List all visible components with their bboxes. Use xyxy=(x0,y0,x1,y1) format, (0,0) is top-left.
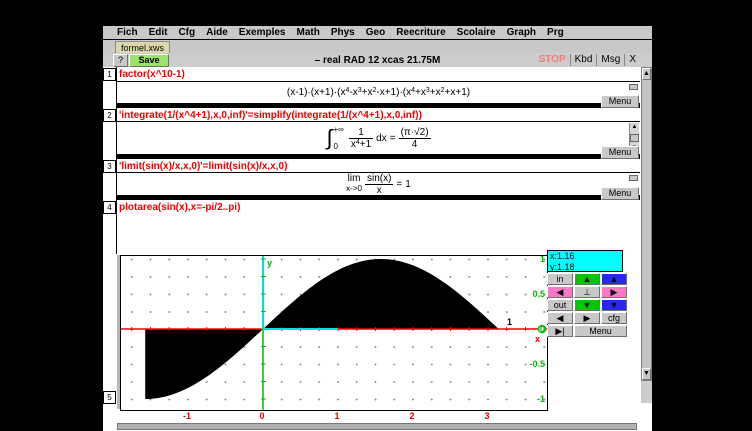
svg-text:0: 0 xyxy=(540,324,545,334)
menu-item-math[interactable]: Math xyxy=(297,27,320,38)
xcas-window: Fich Edit Cfg Aide Exemples Math Phys Geo Reecri… xyxy=(103,26,652,403)
menu-item-edit[interactable]: Edit xyxy=(149,27,168,38)
x-tick-label: -1 xyxy=(180,411,194,421)
menu-item-fich[interactable]: Fich xyxy=(117,27,138,38)
x-tick-label: 1 xyxy=(330,411,344,421)
scroll-up-icon[interactable]: ▲ xyxy=(630,123,639,132)
x-tick-label: 2 xyxy=(405,411,419,421)
plot-horizontal-scrollbar[interactable] xyxy=(117,423,637,430)
menu-item-prg[interactable]: Prg xyxy=(547,27,564,38)
svg-text:x: x xyxy=(535,334,540,344)
command-input-4[interactable]: plotarea(sin(x),x=-pi/2..pi) xyxy=(119,202,240,213)
entry-number-3[interactable]: 3 xyxy=(103,160,116,173)
status-bar: ? Save – real RAD 12 xcas 21.75M STOP Kb… xyxy=(103,53,652,68)
msg-button[interactable]: Msg xyxy=(596,54,624,66)
menu-bar: Fich Edit Cfg Aide Exemples Math Phys Geo Reecri… xyxy=(103,26,652,40)
svg-text:y: y xyxy=(267,258,272,268)
output-box-2[interactable]: ∫+∞0 1x4+1 dx = (π·√2)4 ▲ ▼ xyxy=(117,121,640,156)
plot-menu-button[interactable]: Menu xyxy=(574,325,627,337)
output-2-menu-button[interactable]: Menu xyxy=(601,146,639,159)
cursor-y-value: y:1.18 xyxy=(550,262,622,273)
step-right-button[interactable]: ▶ xyxy=(574,312,600,324)
pan-up-blue-button[interactable]: ▲ xyxy=(601,273,627,285)
stop-button[interactable]: STOP xyxy=(535,54,570,66)
session-scrollbar[interactable]: ▲ ▼ xyxy=(641,67,652,381)
integral-sign: ∫ xyxy=(326,127,332,149)
output-3-menu-button[interactable]: Menu xyxy=(601,187,639,200)
cfg-button[interactable]: cfg xyxy=(601,312,627,324)
step-left-button[interactable]: ◀ xyxy=(547,312,573,324)
scrollbar-gutter xyxy=(641,381,652,403)
cursor-coordinates-box: x:1.16 y:1.18 xyxy=(547,250,623,272)
menu-item-reecriture[interactable]: Reecriture xyxy=(396,27,445,38)
output-expression-1: (x-1)·(x+1)·(x4-x3+x2-x+1)·(x4+x3+x2+x+1… xyxy=(287,87,470,98)
output-expression-3: limx->0 sin(x)x = 1 xyxy=(346,173,411,196)
output-box-3[interactable]: limx->0 sin(x)x = 1 xyxy=(117,172,640,197)
entry-number-2[interactable]: 2 xyxy=(103,109,116,122)
entry-number-5[interactable]: 5 xyxy=(103,391,116,404)
svg-text:-1: -1 xyxy=(537,394,545,404)
scroll-down-icon[interactable]: ▼ xyxy=(642,368,651,380)
x-tick-label: 3 xyxy=(480,411,494,421)
svg-text:-0.5: -0.5 xyxy=(529,359,545,369)
output-1-menu-button[interactable]: Menu xyxy=(601,95,639,108)
tab-bar: formel.xws xyxy=(103,41,652,53)
output-1-scroll-handle[interactable] xyxy=(629,84,638,90)
scroll-up-icon[interactable]: ▲ xyxy=(642,68,651,80)
pan-up-green-button[interactable]: ▲ xyxy=(574,273,600,285)
entry-separator xyxy=(116,105,640,108)
plot-widget: yx110.50-0.5-1 -10123 x:1.16 y:1.18 in▲▲… xyxy=(103,254,652,431)
menu-item-aide[interactable]: Aide xyxy=(206,27,228,38)
menu-item-exemples[interactable]: Exemples xyxy=(239,27,286,38)
command-input-1[interactable]: factor(x^10-1) xyxy=(119,69,185,80)
session-area: 1 factor(x^10-1) (x-1)·(x+1)·(x4-x3+x2-x… xyxy=(103,67,652,403)
svg-text:1: 1 xyxy=(540,256,545,264)
command-input-2[interactable]: 'integrate(1/(x^4+1),x,0,inf)'=simplify(… xyxy=(119,110,422,121)
entry-number-1[interactable]: 1 xyxy=(103,68,116,81)
scroll-thumb[interactable] xyxy=(630,134,639,142)
entry-separator xyxy=(116,197,640,200)
sine-area-plot[interactable]: y x 1 1 0.5 0 -0.5 -1 xyxy=(121,256,547,410)
menu-item-scolaire[interactable]: Scolaire xyxy=(457,27,496,38)
animate-button[interactable]: ▶| xyxy=(547,325,573,337)
pan-left-pink-button[interactable]: ◀ xyxy=(547,286,573,298)
pan-right-pink-button[interactable]: ▶ xyxy=(601,286,627,298)
output-box-1[interactable]: (x-1)·(x+1)·(x4-x3+x2-x+1)·(x4+x3+x2+x+1… xyxy=(117,81,640,105)
kbd-button[interactable]: Kbd xyxy=(570,54,597,66)
orthonormal-button[interactable]: ⊥ xyxy=(574,286,600,298)
close-session-button[interactable]: X xyxy=(624,54,640,66)
x-tick-label: 0 xyxy=(255,411,269,421)
output-3-scroll-handle[interactable] xyxy=(629,175,638,181)
menu-item-cfg[interactable]: Cfg xyxy=(178,27,195,38)
svg-text:0.5: 0.5 xyxy=(532,289,545,299)
menu-item-phys[interactable]: Phys xyxy=(331,27,355,38)
command-input-3[interactable]: 'limit(sin(x)/x,x,0)'=limit(sin(x)/x,x,0… xyxy=(119,161,287,172)
plot-canvas[interactable]: y x 1 1 0.5 0 -0.5 -1 xyxy=(120,255,548,411)
menu-item-geo[interactable]: Geo xyxy=(366,27,385,38)
svg-text:1: 1 xyxy=(507,317,512,327)
entry-separator xyxy=(116,156,640,159)
cursor-x-value: x:1.16 xyxy=(550,251,622,262)
zoom-out-button[interactable]: out xyxy=(547,299,573,311)
zoom-in-button[interactable]: in xyxy=(547,273,573,285)
pan-down-blue-button[interactable]: ▼ xyxy=(601,299,627,311)
output-expression-2: ∫+∞0 1x4+1 dx = (π·√2)4 xyxy=(326,125,430,151)
entry-number-4[interactable]: 4 xyxy=(103,201,116,214)
pan-down-green-button[interactable]: ▼ xyxy=(574,299,600,311)
menu-item-graph[interactable]: Graph xyxy=(507,27,536,38)
